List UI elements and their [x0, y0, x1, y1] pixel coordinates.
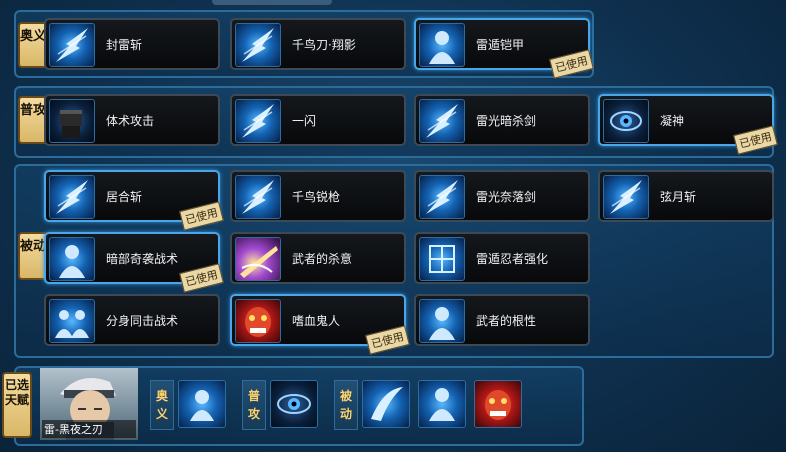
skill-name: 弦月斩 [660, 190, 697, 204]
selected-group-ougi-tag: 奥义 [150, 380, 174, 430]
skill-name: 一闪 [292, 114, 317, 128]
skill-card[interactable]: 嗜血鬼人 已使用 [230, 294, 410, 355]
thunder-glyph-icon [419, 237, 465, 281]
skill-card[interactable]: 一闪 [230, 94, 406, 146]
skill-card[interactable]: 千鸟锐枪 [230, 170, 406, 222]
skill-card[interactable]: 武者的杀意 [230, 232, 406, 284]
skill-name: 暗部奇袭战术 [106, 252, 179, 266]
skill-card[interactable]: 雷遁铠甲 已使用 [414, 18, 594, 79]
selected-anbu-figure-icon[interactable] [418, 380, 466, 428]
skill-name: 千鸟锐枪 [292, 190, 341, 204]
selected-lightning-armor-icon[interactable] [178, 380, 226, 428]
character-name: 雷-黑夜之刃 [42, 420, 136, 438]
flash-slash-icon [235, 99, 281, 143]
skill-name: 雷光奈落剑 [476, 190, 537, 204]
skill-card[interactable]: 暗部奇袭战术 已使用 [44, 232, 224, 293]
skill-card[interactable]: 雷遁忍者强化 [414, 232, 590, 284]
crescent-slash-icon [603, 175, 649, 219]
killing-intent-icon [235, 237, 281, 281]
skill-card[interactable]: 居合斩 已使用 [44, 170, 224, 231]
skill-name: 雷光暗杀剑 [476, 114, 537, 128]
iai-slash-icon [49, 175, 95, 219]
chidori-spear-icon [235, 175, 281, 219]
skill-card[interactable]: 雷光暗杀剑 [414, 94, 590, 146]
lightning-blade-icon [49, 23, 95, 67]
skill-name: 雷遁忍者强化 [476, 252, 549, 266]
fist-icon [49, 99, 95, 143]
skill-name: 体术攻击 [106, 114, 155, 128]
selected-group-attack-tag: 普攻 [242, 380, 266, 430]
skill-name: 居合斩 [106, 190, 143, 204]
skill-name: 封雷斩 [106, 38, 143, 52]
skill-name: 分身同击战术 [106, 314, 179, 328]
skill-card[interactable]: 武者的根性 [414, 294, 590, 346]
falling-sword-icon [419, 175, 465, 219]
skill-name: 嗜血鬼人 [292, 314, 341, 328]
selected-iai-slash-icon[interactable] [362, 380, 410, 428]
skill-name: 千鸟刀·翔影 [292, 38, 356, 52]
selected-eye-icon[interactable] [270, 380, 318, 428]
selected-group-passive-tag: 被动 [334, 380, 358, 430]
top-tab-edge [212, 0, 332, 5]
character-avatar[interactable]: 雷-黑夜之刃 [40, 368, 138, 440]
skill-name: 武者的杀意 [292, 252, 353, 266]
skill-card[interactable]: 弦月斩 [598, 170, 774, 222]
skill-name: 武者的根性 [476, 314, 537, 328]
skill-card[interactable]: 体术攻击 [44, 94, 220, 146]
skill-card[interactable]: 千鸟刀·翔影 [230, 18, 406, 70]
chidori-blade-icon [235, 23, 281, 67]
lightning-sword-icon [419, 99, 465, 143]
selected-demon-face-icon[interactable] [474, 380, 522, 428]
skill-card[interactable]: 封雷斩 [44, 18, 220, 70]
skill-name: 凝神 [660, 114, 685, 128]
lightning-armor-icon [419, 23, 465, 67]
skill-card[interactable]: 分身同击战术 [44, 294, 220, 346]
anbu-figure-icon [49, 237, 95, 281]
skill-card[interactable]: 凝神 已使用 [598, 94, 778, 155]
eye-icon [603, 99, 649, 143]
selected-tag: 已选天赋 [2, 372, 32, 438]
demon-face-icon [235, 299, 281, 343]
skill-name: 雷遁铠甲 [476, 38, 525, 52]
clone-figures-icon [49, 299, 95, 343]
warrior-face-icon [419, 299, 465, 343]
selected-talents-panel: 已选天赋 雷-黑夜之刃 奥义 普攻 被动 [2, 366, 584, 446]
skill-card[interactable]: 雷光奈落剑 [414, 170, 590, 222]
